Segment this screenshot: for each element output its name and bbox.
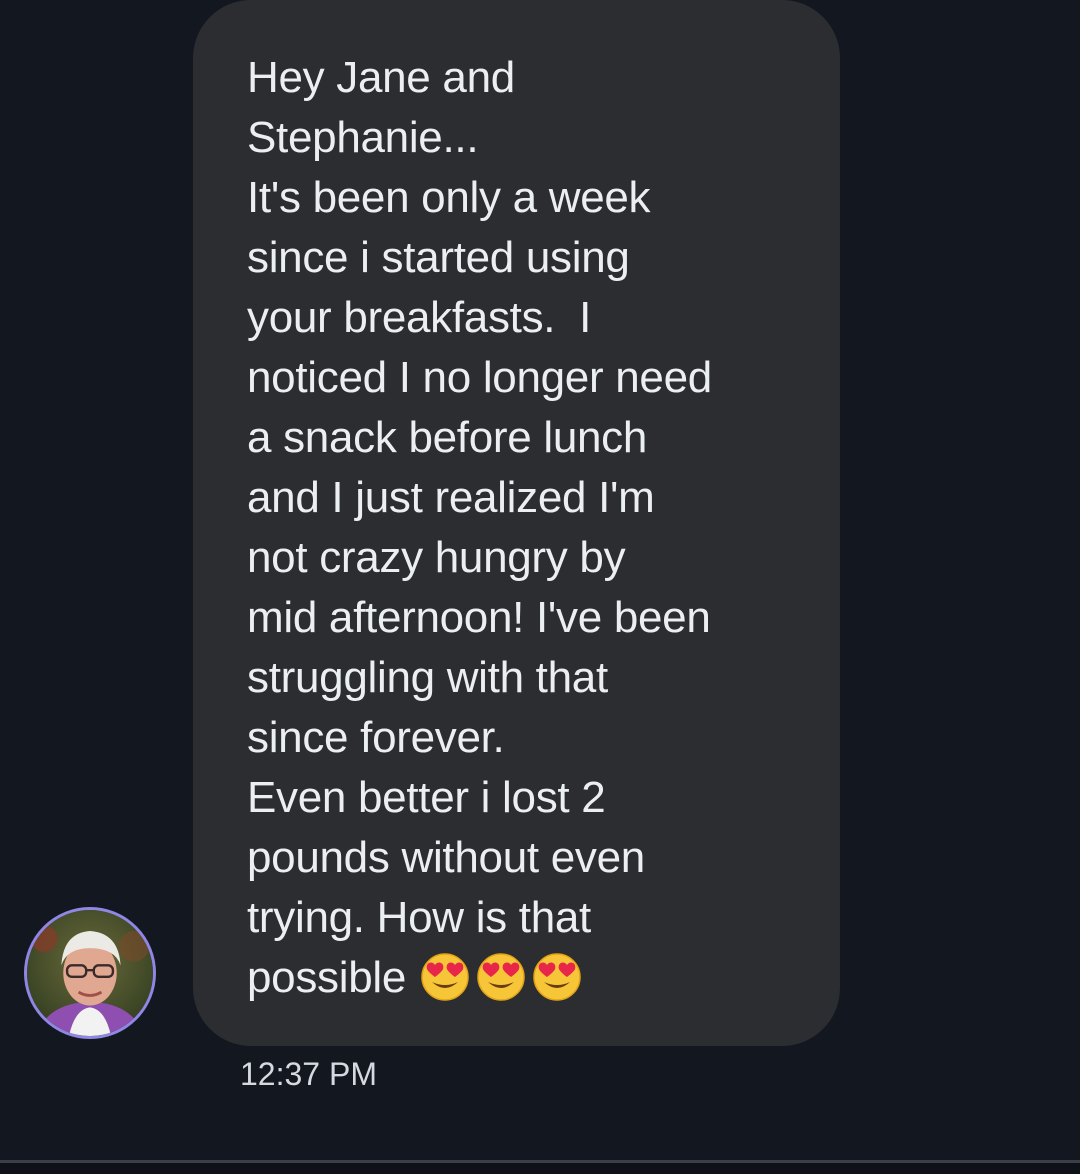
message-line: since i started using xyxy=(247,233,630,282)
avatar-photo-icon xyxy=(27,910,153,1036)
heart-eyes-emoji-icon xyxy=(532,952,582,1002)
heart-eyes-emoji-icon xyxy=(420,952,470,1002)
message-line-text: possible xyxy=(247,953,407,1002)
message-last-line: possible xyxy=(247,948,800,1010)
message-line: Hey Jane and xyxy=(247,53,515,102)
composer-edge xyxy=(0,1163,1080,1174)
heart-eyes-emoji-icon xyxy=(476,952,526,1002)
message-line: Even better i lost 2 xyxy=(247,773,606,822)
message-line: not crazy hungry by xyxy=(247,533,626,582)
message-line: and I just realized I'm xyxy=(247,473,655,522)
message-line: a snack before lunch xyxy=(247,413,648,462)
message-line: struggling with that xyxy=(247,653,608,702)
message-bubble[interactable]: Hey Jane and Stephanie... It's been only… xyxy=(193,0,840,1046)
conversation-view: Hey Jane and Stephanie... It's been only… xyxy=(0,0,1080,1160)
message-line: Stephanie... xyxy=(247,113,479,162)
message-line: your breakfasts. I xyxy=(247,293,592,342)
message-line: It's been only a week xyxy=(247,173,651,222)
message-line: noticed I no longer need xyxy=(247,353,712,402)
emoji-row xyxy=(420,944,588,1004)
message-line: since forever. xyxy=(247,713,505,762)
message-line: pounds without even xyxy=(247,833,645,882)
sender-avatar[interactable] xyxy=(24,907,156,1039)
message-text: Hey Jane and Stephanie... It's been only… xyxy=(247,48,800,1010)
message-line: mid afternoon! I've been xyxy=(247,593,711,642)
message-line: trying. How is that xyxy=(247,893,591,942)
message-timestamp: 12:37 PM xyxy=(240,1056,377,1092)
